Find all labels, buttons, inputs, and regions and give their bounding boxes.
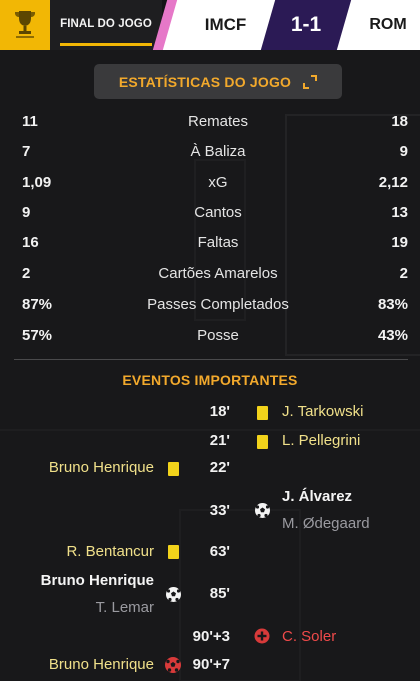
stat-home-value: 16 — [22, 234, 39, 251]
home-team-name[interactable]: IMCF — [178, 0, 273, 50]
event-player[interactable]: J. Tarkowski — [282, 403, 363, 420]
stat-home-value: 2 — [22, 265, 31, 282]
match-status-label: FINAL DO JOGO — [60, 17, 152, 30]
event-minute: 21' — [209, 432, 230, 449]
event-player[interactable]: Bruno Henrique — [49, 459, 154, 476]
stat-row-on-target: 7 À Baliza 9 — [0, 137, 420, 167]
section-divider — [14, 359, 408, 360]
stat-row-corners: 9 Cantos 13 — [0, 198, 420, 228]
event-scorer[interactable]: Bruno Henrique — [41, 572, 154, 589]
stat-away-value: 13 — [391, 204, 408, 221]
event-player[interactable]: C. Soler — [282, 628, 336, 645]
stat-home-value: 87% — [22, 296, 53, 313]
stat-label: Faltas — [197, 234, 239, 251]
yellow-card-icon — [253, 433, 271, 451]
event-player[interactable]: R. Bentancur — [66, 543, 154, 560]
key-events-title: EVENTOS IMPORTANTES — [122, 372, 298, 388]
goal-ball-icon — [253, 501, 271, 519]
match-stats-button[interactable]: ESTATÍSTICAS DO JOGO — [94, 64, 342, 99]
stat-row-fouls: 16 Faltas 19 — [0, 228, 420, 258]
stat-home-value: 57% — [22, 327, 53, 344]
stat-row-yellow-cards: 2 Cartões Amarelos 2 — [0, 259, 420, 289]
injury-cross-icon — [253, 627, 271, 645]
status-underline — [60, 43, 152, 46]
event-minute: 33' — [209, 502, 230, 519]
competition-logo — [0, 0, 50, 50]
stat-label: Remates — [187, 113, 249, 130]
stat-away-value: 9 — [399, 143, 408, 160]
stat-away-value: 2,12 — [378, 174, 408, 191]
event-minute: 18' — [209, 403, 230, 420]
stat-away-value: 83% — [377, 296, 408, 313]
stat-away-value: 19 — [391, 234, 408, 251]
stat-away-value: 43% — [377, 327, 408, 344]
event-minute: 22' — [209, 459, 230, 476]
trophy-icon — [15, 11, 35, 38]
stat-row-shots: 11 Remates 18 — [0, 107, 420, 137]
event-minute: 90'+3 — [192, 628, 230, 645]
stat-home-value: 11 — [22, 113, 38, 130]
stat-home-value: 7 — [22, 143, 31, 160]
away-team-name[interactable]: ROM — [356, 0, 420, 50]
stat-away-value: 2 — [399, 265, 408, 282]
stat-label: xG — [208, 174, 228, 191]
match-status: FINAL DO JOGO — [50, 0, 162, 50]
stat-row-possession: 57% Posse 43% — [0, 321, 420, 351]
event-scorer[interactable]: J. Álvarez — [282, 488, 352, 505]
scoreboard-header: FINAL DO JOGO IMCF 1-1 ROM — [0, 0, 420, 50]
event-minute: 85' — [209, 585, 230, 602]
stat-label: Cantos — [194, 204, 242, 221]
event-minute: 90'+7 — [192, 656, 230, 673]
stat-away-value: 18 — [391, 113, 408, 130]
stat-home-value: 9 — [22, 204, 31, 221]
match-score: 1-1 — [290, 13, 322, 36]
stat-label: À Baliza — [190, 143, 246, 160]
event-player[interactable]: L. Pellegrini — [282, 432, 360, 449]
stat-row-passes: 87% Passes Completados 83% — [0, 290, 420, 320]
stat-label: Cartões Amarelos — [158, 265, 278, 282]
expand-icon — [303, 74, 318, 89]
stat-label: Posse — [197, 327, 239, 344]
event-player[interactable]: Bruno Henrique — [49, 656, 154, 673]
event-assist[interactable]: M. Ødegaard — [282, 515, 370, 532]
yellow-card-icon — [253, 404, 271, 422]
stat-row-xg: 1,09 xG 2,12 — [0, 168, 420, 198]
match-stats-title: ESTATÍSTICAS DO JOGO — [118, 73, 292, 90]
stat-home-value: 1,09 — [22, 174, 52, 191]
event-minute: 63' — [209, 543, 230, 560]
stat-label: Passes Completados — [147, 296, 289, 313]
event-assist[interactable]: T. Lemar — [96, 599, 154, 616]
